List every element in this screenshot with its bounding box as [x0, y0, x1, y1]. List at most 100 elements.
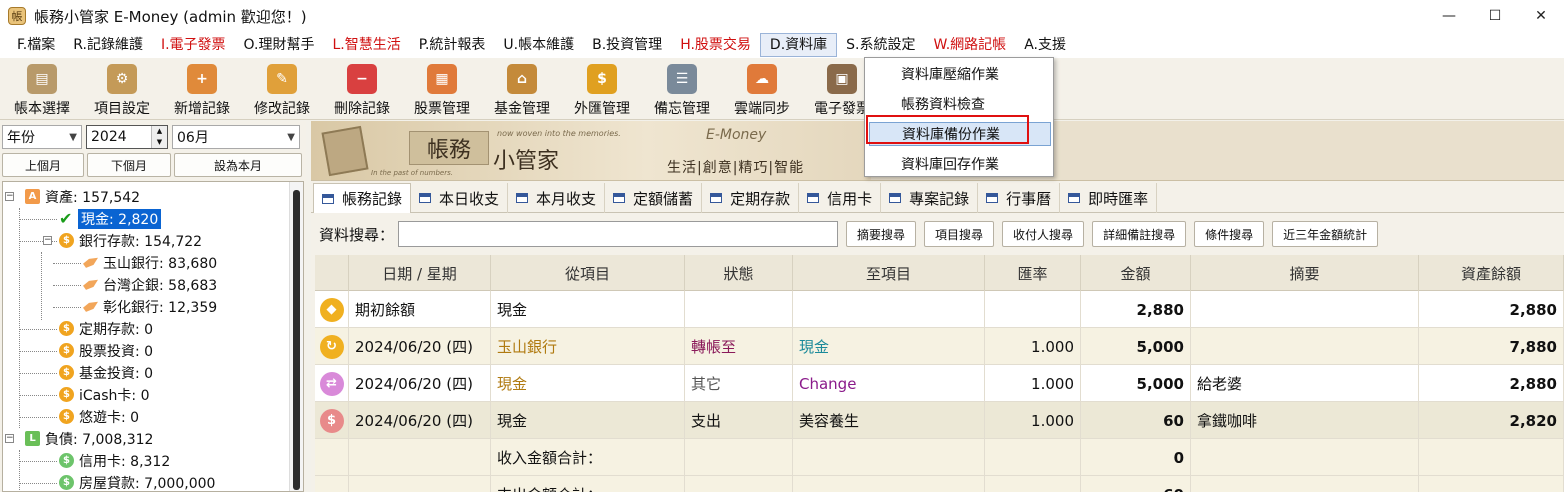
- close-button[interactable]: ✕: [1518, 0, 1564, 32]
- scrollbar-thumb[interactable]: [293, 190, 300, 490]
- toolbar-button-5[interactable]: ▦ 股票管理: [402, 58, 482, 118]
- search-button-0[interactable]: 摘要搜尋: [846, 221, 917, 247]
- table-row[interactable]: ⇄ 2024/06/20 (四) 現金 其它 Change 1.000 5,000 給老婆 2,…: [315, 365, 1564, 402]
- tree-node[interactable]: $ 悠遊卡: 0: [59, 406, 139, 427]
- collapse-toggle-icon[interactable]: −: [43, 236, 52, 245]
- menu-item-12[interactable]: A.支援: [1015, 33, 1075, 57]
- column-header-1[interactable]: 日期 / 星期: [349, 255, 491, 291]
- table-row[interactable]: 收入金額合計： 0: [315, 439, 1564, 476]
- search-button-3[interactable]: 詳細備註搜尋: [1092, 221, 1187, 247]
- table-row[interactable]: 支出金額合計： 60: [315, 476, 1564, 492]
- tree-node[interactable]: 玉山銀行: 83,680: [83, 252, 217, 273]
- tab-7[interactable]: 行事曆: [978, 183, 1061, 213]
- toolbar-button-6[interactable]: ⌂ 基金管理: [482, 58, 562, 118]
- cell-date: [349, 476, 491, 492]
- tree-node[interactable]: 台灣企銀: 58,683: [83, 274, 217, 295]
- tab-2[interactable]: 本月收支: [508, 183, 606, 213]
- menu-item-0[interactable]: F.檔案: [8, 33, 64, 57]
- dropdown-item-1[interactable]: 帳務資料檢查: [869, 92, 1051, 116]
- tree-node[interactable]: $ 信用卡: 8,312: [59, 450, 170, 471]
- next-month-button[interactable]: 下個月: [87, 153, 171, 177]
- period-type-select[interactable]: 年份 ▼: [2, 125, 82, 149]
- tab-0[interactable]: 帳務記錄: [313, 183, 412, 213]
- column-header-3[interactable]: 狀態: [685, 255, 793, 291]
- tree-node[interactable]: $ 股票投資: 0: [59, 340, 153, 361]
- cell-text: 給老婆: [1197, 375, 1243, 393]
- menu-item-11[interactable]: W.網路記帳: [925, 33, 1016, 57]
- cell-text: 2,880: [1509, 374, 1557, 393]
- menu-item-3[interactable]: O.理財幫手: [235, 33, 324, 57]
- column-header-2[interactable]: 從項目: [491, 255, 685, 291]
- menu-item-10[interactable]: S.系統設定: [837, 33, 924, 57]
- menu-item-7[interactable]: B.投資管理: [583, 33, 671, 57]
- toolbar-button-1[interactable]: ⚙ 項目設定: [82, 58, 162, 118]
- table-row[interactable]: ◆ 期初餘額 現金 2,880 2,880: [315, 291, 1564, 328]
- tab-1[interactable]: 本日收支: [411, 183, 509, 213]
- tree-node-label: 彰化銀行: 12,359: [103, 299, 218, 316]
- menu-item-2[interactable]: I.電子發票: [152, 33, 235, 57]
- menu-item-6[interactable]: U.帳本維護: [494, 33, 583, 57]
- column-header-8[interactable]: 資產餘額: [1419, 255, 1564, 291]
- collapse-toggle-icon[interactable]: −: [5, 192, 14, 201]
- menu-item-5[interactable]: P.統計報表: [410, 33, 495, 57]
- search-button-2[interactable]: 收付人搜尋: [1002, 221, 1085, 247]
- tree-node[interactable]: A 資產: 157,542: [25, 186, 140, 207]
- grid-header: 日期 / 星期 從項目 狀態 至項目 匯率 金額 摘要 資產餘額: [315, 255, 1564, 291]
- column-header-6[interactable]: 金額: [1081, 255, 1191, 291]
- tab-6[interactable]: 專案記錄: [881, 183, 979, 213]
- collapse-toggle-icon[interactable]: −: [5, 434, 14, 443]
- toolbar-button-9[interactable]: ☁ 雲端同步: [722, 58, 802, 118]
- set-current-month-button[interactable]: 設為本月: [174, 153, 302, 177]
- banner-photo-decoration: [321, 125, 369, 177]
- minimize-button[interactable]: —: [1426, 0, 1472, 32]
- toolbar-button-0[interactable]: ▤ 帳本選擇: [2, 58, 82, 118]
- tree-node[interactable]: $ 銀行存款: 154,722: [59, 230, 202, 251]
- tree-scrollbar[interactable]: [289, 182, 303, 491]
- menu-item-4[interactable]: L.智慧生活: [323, 33, 409, 57]
- tab-8[interactable]: 即時匯率: [1060, 183, 1158, 213]
- search-row: 資料搜尋： 摘要搜尋 項目搜尋 收付人搜尋 詳細備註搜尋 條件搜尋 近三年金額統計: [311, 219, 1564, 249]
- search-button-1[interactable]: 項目搜尋: [924, 221, 995, 247]
- table-row[interactable]: ↻ 2024/06/20 (四) 玉山銀行 轉帳至 現金 1.000 5,000 7,880: [315, 328, 1564, 365]
- tree-node[interactable]: $ iCash卡: 0: [59, 384, 150, 405]
- toolbar-button-label: 電子發票: [814, 101, 870, 117]
- tree-node[interactable]: $ 基金投資: 0: [59, 362, 153, 383]
- maximize-button[interactable]: ☐: [1472, 0, 1518, 32]
- month-select[interactable]: 06月 ▼: [172, 125, 300, 149]
- year-spinner[interactable]: 2024 ▲ ▼: [86, 125, 168, 149]
- coin-icon: $: [59, 321, 74, 336]
- toolbar-button-7[interactable]: $ 外匯管理: [562, 58, 642, 118]
- column-header-4[interactable]: 至項目: [793, 255, 985, 291]
- dropdown-item-0[interactable]: 資料庫壓縮作業: [869, 62, 1051, 86]
- tree-node-label: 悠遊卡: 0: [79, 409, 140, 426]
- search-input[interactable]: [398, 221, 839, 247]
- tree-connector: [19, 351, 57, 352]
- menu-item-8[interactable]: H.股票交易: [671, 33, 760, 57]
- prev-month-button[interactable]: 上個月: [2, 153, 84, 177]
- menu-item-1[interactable]: R.記錄維護: [64, 33, 152, 57]
- toolbar-button-4[interactable]: − 刪除記錄: [322, 58, 402, 118]
- table-row[interactable]: $2024/06/20 (四) 現金 支出 美容養生 1.000 60 拿鐵咖啡 2,820: [315, 402, 1564, 439]
- tree-node[interactable]: L 負債: 7,008,312: [25, 428, 153, 449]
- tab-5[interactable]: 信用卡: [799, 183, 882, 213]
- tree-node[interactable]: 彰化銀行: 12,359: [83, 296, 217, 317]
- tab-3[interactable]: 定額儲蓄: [605, 183, 703, 213]
- tree-connector: [19, 417, 57, 418]
- toolbar-button-label: 基金管理: [494, 101, 550, 117]
- toolbar-button-2[interactable]: + 新增記錄: [162, 58, 242, 118]
- search-button-4[interactable]: 條件搜尋: [1194, 221, 1265, 247]
- tree-node[interactable]: $ 房屋貸款: 7,000,000: [59, 472, 215, 491]
- tab-4[interactable]: 定期存款: [702, 183, 800, 213]
- toolbar-button-3[interactable]: ✎ 修改記錄: [242, 58, 322, 118]
- search-button-5[interactable]: 近三年金額統計: [1272, 221, 1379, 247]
- tree-node[interactable]: $ 定期存款: 0: [59, 318, 153, 339]
- column-header-7[interactable]: 摘要: [1191, 255, 1419, 291]
- dropdown-item-3[interactable]: 資料庫回存作業: [869, 152, 1051, 176]
- spinner-arrows-icon[interactable]: ▲ ▼: [151, 126, 167, 148]
- menu-item-9[interactable]: D.資料庫: [759, 33, 838, 57]
- column-header-5[interactable]: 匯率: [985, 255, 1081, 291]
- cell-rate: 1.000: [985, 365, 1081, 402]
- tree-node[interactable]: ✔ 現金: 2,820: [59, 208, 162, 229]
- toolbar-button-8[interactable]: ☰ 備忘管理: [642, 58, 722, 118]
- column-header-0[interactable]: [315, 255, 349, 291]
